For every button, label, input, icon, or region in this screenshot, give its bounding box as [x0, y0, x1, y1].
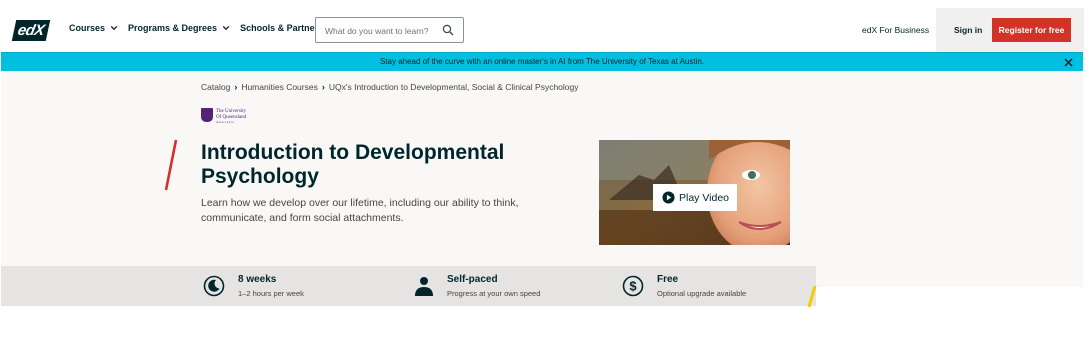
breadcrumb: Catalog › Humanities Courses › UQx's Int…	[201, 82, 579, 92]
breadcrumb-catalog[interactable]: Catalog	[201, 82, 230, 92]
promo-banner-text[interactable]: Stay ahead of the curve with an online m…	[1, 57, 1083, 66]
nav-courses[interactable]: Courses	[69, 23, 118, 33]
edx-logo[interactable]: edX	[11, 20, 51, 41]
breadcrumb-humanities[interactable]: Humanities Courses	[241, 82, 318, 92]
stat-duration-subtitle: 1–2 hours per week	[238, 289, 304, 298]
moon-clock-icon	[203, 275, 225, 297]
stat-price-subtitle: Optional upgrade available	[657, 289, 747, 298]
stat-duration-title: 8 weeks	[238, 274, 277, 285]
register-button[interactable]: Register for free	[992, 18, 1071, 42]
stat-pace-subtitle: Progress at your own speed	[447, 289, 541, 298]
svg-text:$: $	[629, 279, 637, 294]
decorative-yellow-slash	[807, 286, 817, 307]
nav-schools-label: Schools & Partners	[240, 23, 324, 33]
course-stats	[1, 266, 816, 306]
nav-schools-partners[interactable]: Schools & Partners	[240, 23, 323, 33]
nav-programs-degrees[interactable]: Programs & Degrees	[128, 23, 230, 33]
stat-price-title: Free	[657, 274, 679, 285]
promo-banner: Stay ahead of the curve with an online m…	[1, 52, 1083, 71]
play-video-button[interactable]: Play Video	[653, 184, 737, 211]
dollar-icon: $	[622, 275, 644, 297]
stat-pace-title: Self-paced	[447, 274, 498, 285]
chevron-right-icon: ›	[321, 82, 325, 92]
uq-crest-icon	[201, 108, 213, 122]
search-box	[315, 17, 464, 43]
chevron-down-icon	[222, 25, 230, 31]
nav-courses-label: Courses	[69, 23, 106, 33]
play-video-label: Play Video	[679, 191, 730, 204]
partner-line3: Australia	[216, 120, 235, 124]
edx-for-business-link[interactable]: edX For Business	[862, 25, 929, 35]
course-description: Learn how we develop over our lifetime, …	[201, 197, 519, 224]
course-title: Introduction to Developmental Psychology	[201, 141, 505, 188]
sign-in-link[interactable]: Sign in	[954, 25, 982, 35]
close-icon[interactable]	[1063, 57, 1074, 68]
page: edX Courses Programs & Degrees Schools &…	[0, 0, 1092, 358]
stats-background-right	[816, 266, 1083, 287]
breadcrumb-current: UQx's Introduction to Developmental, Soc…	[328, 82, 579, 92]
partner-logo-uq[interactable]: The University Of Queensland Australia	[201, 108, 259, 124]
partner-line1: The University	[216, 109, 247, 114]
site-header: edX Courses Programs & Degrees Schools &…	[0, 0, 1092, 52]
main-nav: Courses Programs & Degrees Schools & Par…	[69, 23, 323, 33]
search-icon[interactable]	[442, 24, 454, 36]
partner-logo-text: The University Of Queensland Australia	[216, 109, 246, 126]
chevron-down-icon	[110, 25, 118, 31]
search-input[interactable]	[325, 24, 440, 37]
chevron-right-icon: ›	[234, 82, 238, 92]
person-icon	[415, 277, 433, 296]
play-icon	[662, 191, 675, 204]
nav-programs-label: Programs & Degrees	[128, 23, 218, 33]
decorative-red-slash	[164, 139, 178, 191]
